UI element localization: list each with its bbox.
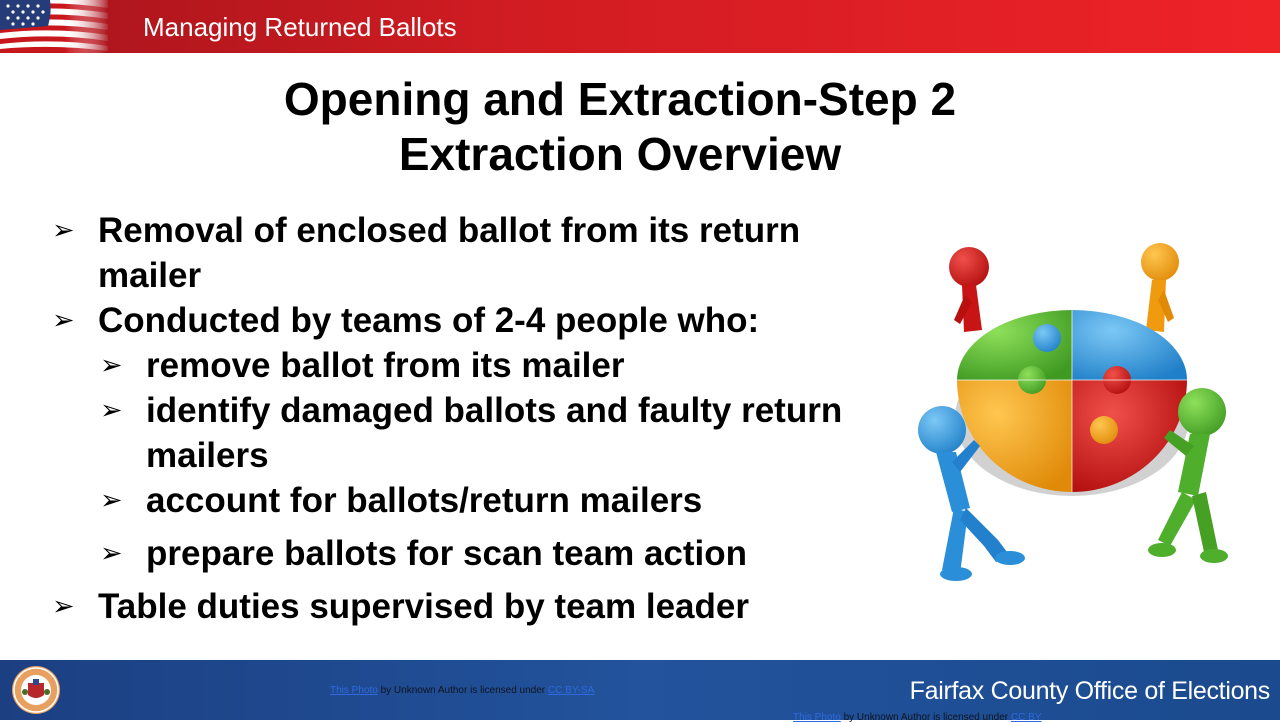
county-seal-icon bbox=[12, 666, 60, 714]
puzzle-team-illustration bbox=[918, 243, 1228, 581]
arrow-bullet-icon: ➢ bbox=[100, 350, 123, 381]
sub-bullet-item: ➢ identify damaged ballots and faulty re… bbox=[100, 388, 902, 478]
sub-bullet-text: remove ballot from its mailer bbox=[146, 346, 625, 385]
sub-bullet-item: ➢ prepare ballots for scan team action bbox=[100, 531, 902, 576]
arrow-bullet-icon: ➢ bbox=[52, 591, 75, 622]
footer-bar: This Photo by Unknown Author is licensed… bbox=[0, 660, 1280, 723]
license-link[interactable]: CC BY-SA bbox=[548, 685, 594, 696]
arrow-bullet-icon: ➢ bbox=[100, 395, 123, 426]
license-link-2[interactable]: CC BY bbox=[1011, 712, 1042, 723]
red-figure bbox=[949, 247, 989, 332]
puzzle-disc bbox=[955, 310, 1189, 496]
bullet-item: ➢ Removal of enclosed ballot from its re… bbox=[52, 208, 902, 298]
bullet-text: Table duties supervised by team leader bbox=[98, 587, 749, 626]
bullet-item: ➢ Table duties supervised by team leader bbox=[52, 584, 902, 629]
arrow-bullet-icon: ➢ bbox=[52, 215, 75, 246]
photo-attribution-2: This Photo by Unknown Author is licensed… bbox=[793, 712, 1041, 723]
photo-link-2[interactable]: This Photo bbox=[793, 712, 841, 723]
sub-bullet-text: account for ballots/return mailers bbox=[146, 481, 703, 520]
us-flag-icon bbox=[0, 0, 108, 53]
header-title: Managing Returned Ballots bbox=[143, 12, 457, 42]
attribution-text: by Unknown Author is licensed under bbox=[377, 685, 548, 696]
footer-organization: Fairfax County Office of Elections bbox=[909, 677, 1271, 705]
arrow-bullet-icon: ➢ bbox=[100, 538, 123, 569]
bullet-text: Removal of enclosed ballot from its retu… bbox=[98, 211, 801, 295]
attribution-text-2: by Unknown Author is licensed under bbox=[840, 712, 1011, 723]
sub-bullet-item: ➢ account for ballots/return mailers bbox=[100, 478, 902, 523]
bullet-list: ➢ Removal of enclosed ballot from its re… bbox=[52, 208, 902, 629]
slide-title-line-2: Extraction Overview bbox=[398, 128, 842, 180]
photo-link[interactable]: This Photo bbox=[330, 685, 378, 696]
bullet-item: ➢ Conducted by teams of 2-4 people who: bbox=[52, 298, 902, 343]
sub-bullet-text: prepare ballots for scan team action bbox=[146, 534, 748, 573]
sub-bullet-text: identify damaged ballots and faulty retu… bbox=[146, 391, 843, 475]
header-bar: Managing Returned Ballots bbox=[0, 0, 1280, 53]
arrow-bullet-icon: ➢ bbox=[100, 485, 123, 516]
arrow-bullet-icon: ➢ bbox=[52, 305, 75, 336]
sub-bullet-item: ➢ remove ballot from its mailer bbox=[100, 343, 902, 388]
slide-title-line-1: Opening and Extraction-Step 2 bbox=[283, 73, 957, 125]
bullet-text: Conducted by teams of 2-4 people who: bbox=[98, 301, 760, 340]
orange-figure bbox=[1141, 243, 1179, 332]
slide-title: Opening and Extraction-Step 2 Extraction… bbox=[0, 72, 1240, 182]
photo-attribution: This Photo by Unknown Author is licensed… bbox=[330, 685, 594, 696]
